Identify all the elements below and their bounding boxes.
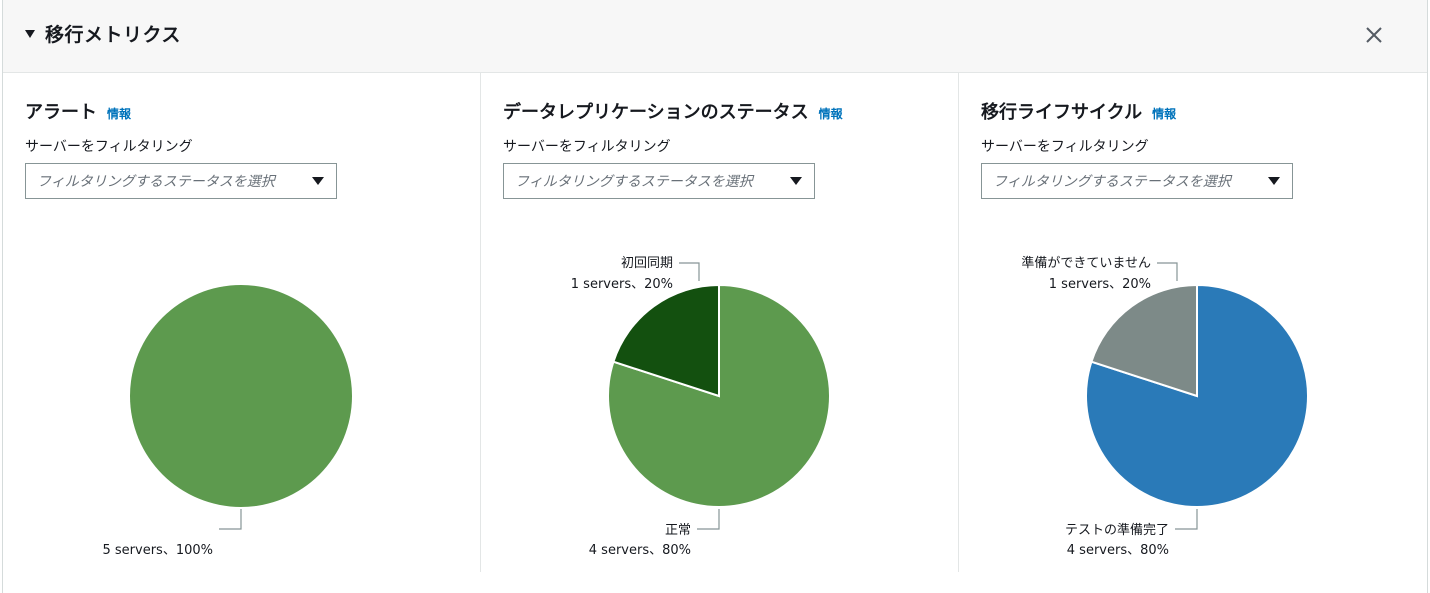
caret-down-icon	[25, 30, 35, 38]
alerts-column: アラート 情報 サーバーをフィルタリング フィルタリングするステータスを選択 5…	[3, 72, 480, 572]
alerts-pie-chart: 5 servers、100%	[103, 285, 352, 558]
leader-line	[1157, 262, 1178, 281]
leader-line	[697, 509, 720, 530]
slice-name: テストの準備完了	[1065, 522, 1169, 538]
section-title: データレプリケーションのステータス	[503, 102, 809, 123]
slice-label: 5 servers、100%	[103, 543, 214, 558]
panel-title: 移行メトリクス	[45, 23, 181, 46]
lifecycle-column: 移行ライフサイクル 情報 サーバーをフィルタリング フィルタリングするステータス…	[958, 72, 1430, 572]
status-filter-select[interactable]: フィルタリングするステータスを選択	[25, 163, 337, 199]
pie-slice[interactable]	[130, 285, 352, 507]
replication-pie-chart: 初回同期 1 servers、20% 正常 4 servers、80%	[571, 256, 831, 558]
info-link[interactable]: 情報	[107, 105, 131, 122]
slice-label: 1 servers、20%	[1049, 277, 1151, 292]
filter-label: サーバーをフィルタリング	[503, 139, 671, 155]
status-filter-select[interactable]: フィルタリングするステータスを選択	[503, 163, 815, 199]
section-title: 移行ライフサイクル	[981, 102, 1143, 123]
replication-column: データレプリケーションのステータス 情報 サーバーをフィルタリング フィルタリン…	[480, 72, 958, 572]
panel-header: 移行メトリクス	[3, 0, 1427, 73]
select-placeholder: フィルタリングするステータスを選択	[37, 174, 275, 190]
slice-name: 初回同期	[621, 256, 673, 271]
section-header: 移行ライフサイクル 情報	[981, 98, 1176, 124]
slice-label: 4 servers、80%	[589, 543, 691, 558]
leader-line	[679, 262, 700, 281]
slice-label: 4 servers、80%	[1067, 543, 1169, 558]
info-link[interactable]: 情報	[819, 105, 843, 122]
filter-label: サーバーをフィルタリング	[981, 139, 1149, 155]
leader-line	[1175, 509, 1198, 530]
leader-line	[219, 509, 242, 530]
filter-label: サーバーをフィルタリング	[25, 139, 193, 155]
dropdown-caret-icon	[790, 177, 802, 185]
migration-metrics-panel: 移行メトリクス アラート 情報 サーバーをフィルタリング フィルタリングするステ…	[2, 0, 1428, 593]
slice-name: 準備ができていません	[1021, 255, 1151, 271]
section-header: データレプリケーションのステータス 情報	[503, 98, 843, 124]
slice-name: 正常	[665, 523, 691, 538]
dropdown-caret-icon	[1268, 177, 1280, 185]
status-filter-select[interactable]: フィルタリングするステータスを選択	[981, 163, 1293, 199]
close-icon[interactable]	[1361, 22, 1387, 48]
select-placeholder: フィルタリングするステータスを選択	[515, 174, 753, 190]
info-link[interactable]: 情報	[1152, 105, 1176, 122]
slice-label: 1 servers、20%	[571, 277, 673, 292]
select-placeholder: フィルタリングするステータスを選択	[993, 174, 1231, 190]
section-title: アラート	[25, 102, 97, 123]
lifecycle-pie-chart: 準備ができていません 1 servers、20% テストの準備完了 4 servers…	[1021, 255, 1309, 558]
section-header: アラート 情報	[25, 98, 131, 124]
dropdown-caret-icon	[312, 177, 324, 185]
collapse-toggle[interactable]: 移行メトリクス	[25, 20, 181, 46]
